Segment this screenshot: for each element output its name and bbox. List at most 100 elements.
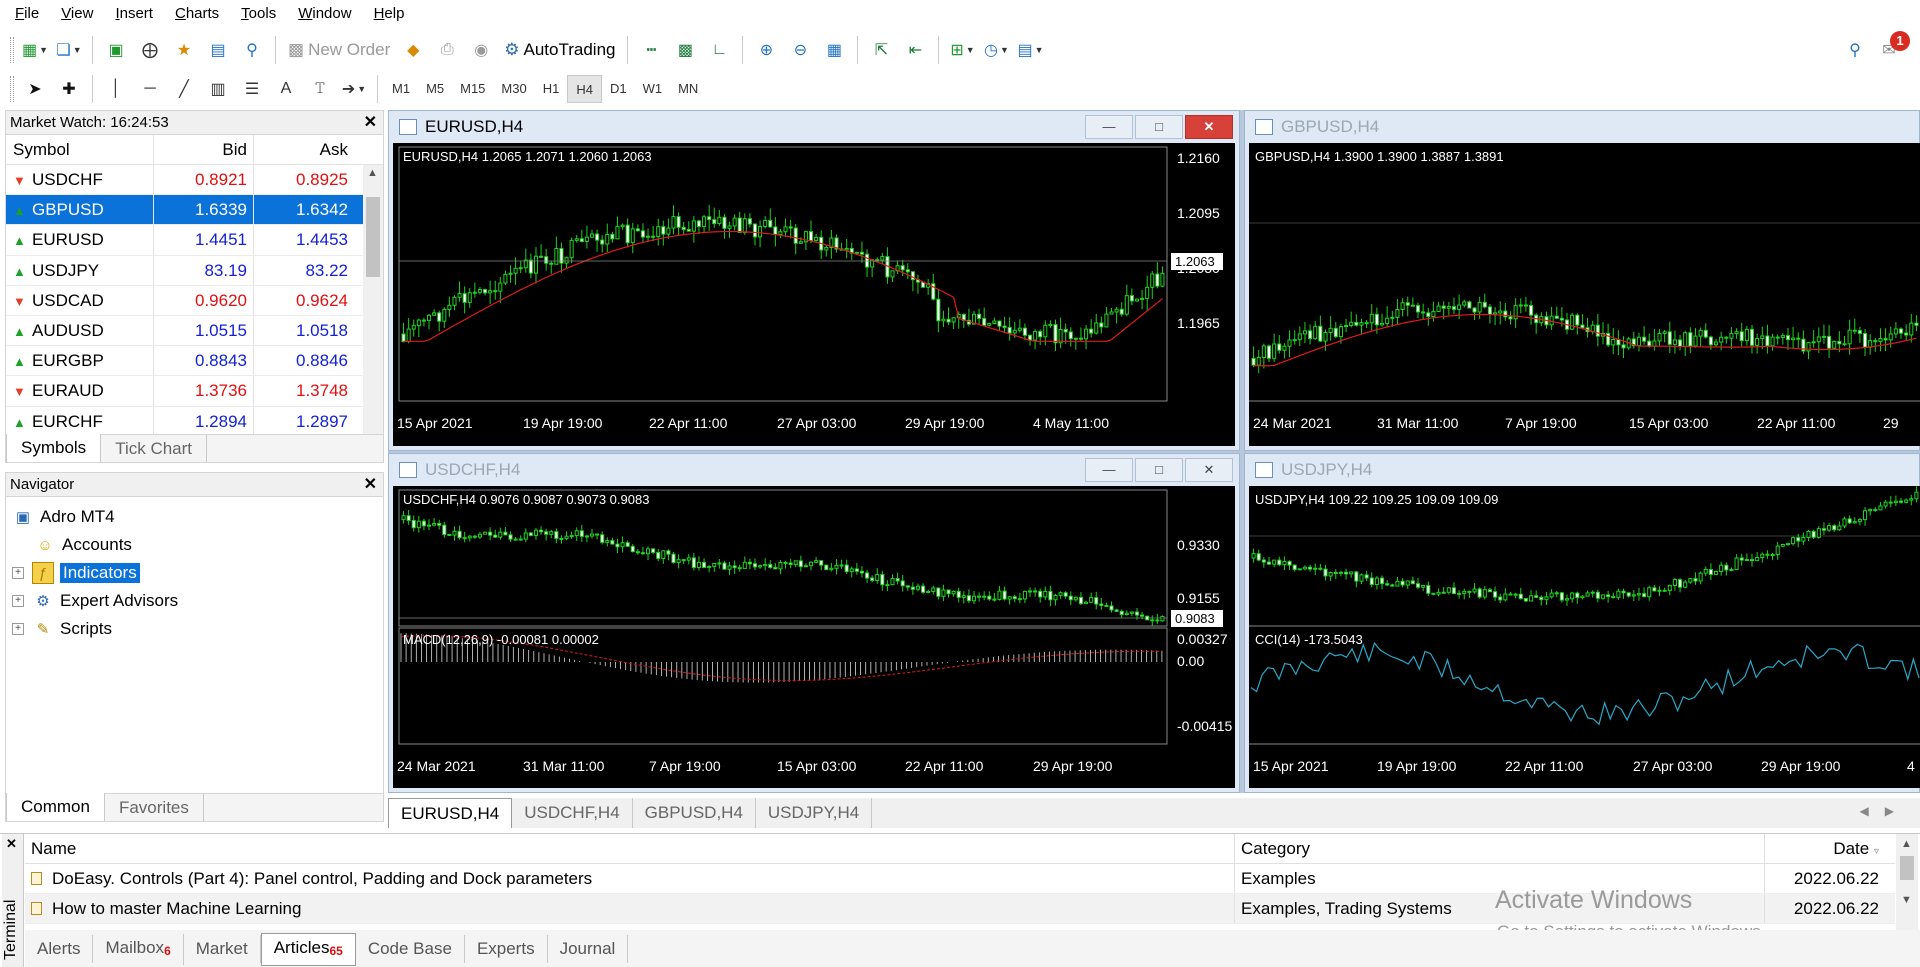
navigator-toggle-icon[interactable]: ★ [169, 35, 199, 65]
nav-root[interactable]: ▣ Adro MT4 [12, 503, 383, 531]
auto-scroll-icon[interactable]: ⇱ [866, 35, 896, 65]
profiles-icon[interactable]: ❏ ▼ [54, 35, 84, 65]
market-watch-row[interactable]: ▲ AUDUSD 1.0515 1.0518 [6, 315, 383, 347]
ask-column-header[interactable]: Ask [254, 135, 354, 164]
expand-icon[interactable]: + [12, 567, 24, 579]
menu-file[interactable]: File [4, 0, 50, 28]
expand-icon[interactable]: + [12, 595, 24, 607]
scrollbar-thumb[interactable] [366, 197, 380, 277]
price-chart[interactable]: EURUSD,H4 1.2065 1.2071 1.2060 1.2063 1.… [393, 143, 1235, 446]
crosshair-icon[interactable]: ✚ [54, 74, 84, 104]
chart-tab-gbpusd[interactable]: GBPUSD,H4 [633, 798, 756, 828]
menu-view[interactable]: View [50, 0, 104, 28]
tab-articles[interactable]: Articles65 [260, 932, 356, 966]
usdchf-candles[interactable]: USDCHF,H4 0.9076 0.9087 0.9073 0.9083 0.… [393, 486, 1235, 788]
minimize-icon[interactable]: — [1085, 115, 1133, 139]
tile-windows-icon[interactable]: ▦ [819, 35, 849, 65]
timeframe-m1[interactable]: M1 [384, 75, 418, 103]
nav-item-indicators[interactable]: + ƒ Indicators [12, 559, 383, 587]
market-watch-row[interactable]: ▼ USDCHF 0.8921 0.8925 [6, 165, 383, 196]
bar-chart-icon[interactable]: ┅ [636, 35, 666, 65]
menu-tools[interactable]: Tools [230, 0, 287, 28]
chart-title-bar[interactable]: USDJPY,H4 [1245, 454, 1919, 486]
menu-window[interactable]: Window [287, 0, 362, 28]
zoom-out-icon[interactable]: ⊖ [785, 35, 815, 65]
zoom-in-icon[interactable]: ⊕ [751, 35, 781, 65]
toolbar-grip[interactable] [10, 37, 14, 63]
market-watch-row[interactable]: ▲ EURUSD 1.4451 1.4453 [6, 225, 383, 256]
chart-window-gbpusd[interactable]: GBPUSD,H4 GBPUSD,H4 1.3900 1.3900 1.3887… [1244, 110, 1920, 451]
scroll-down-icon[interactable]: ▼ [1901, 894, 1912, 906]
fibonacci-icon[interactable]: ☰ [237, 74, 267, 104]
chart-tab-usdchf[interactable]: USDCHF,H4 [512, 798, 633, 828]
tab-alerts[interactable]: Alerts [25, 935, 94, 963]
search-icon[interactable]: ⚲ [1840, 35, 1870, 65]
data-window-icon[interactable]: ⨁ [135, 35, 165, 65]
chart-title-bar[interactable]: USDCHF,H4 — □ ✕ [389, 454, 1239, 486]
maximize-icon[interactable]: □ [1135, 458, 1183, 482]
scrollbar-thumb[interactable] [1900, 856, 1914, 880]
nav-item-accounts[interactable]: ☺ Accounts [12, 531, 383, 559]
tab-scroll-arrows-icon[interactable]: ◀▶ [1860, 804, 1910, 818]
tab-favorites[interactable]: Favorites [105, 794, 204, 821]
line-chart-icon[interactable]: ∟ [704, 35, 734, 65]
category-column-header[interactable]: Category [1235, 834, 1765, 863]
equidistant-channel-icon[interactable]: ▥ [203, 74, 233, 104]
tab-experts[interactable]: Experts [465, 935, 548, 963]
horizontal-line-icon[interactable]: ─ [135, 74, 165, 104]
signals-icon[interactable]: ◉ [466, 35, 496, 65]
market-watch-row[interactable]: ▼ USDCAD 0.9620 0.9624 [6, 285, 383, 316]
maximize-icon[interactable]: □ [1135, 115, 1183, 139]
usdjpy-candles[interactable]: USDJPY,H4 109.22 109.25 109.09 109.09 CC… [1249, 486, 1920, 788]
tab-code-base[interactable]: Code Base [356, 935, 465, 963]
new-order-button[interactable]: ▩ New Order [284, 35, 394, 65]
minimize-icon[interactable]: — [1085, 458, 1133, 482]
timeframe-m5[interactable]: M5 [418, 75, 452, 103]
metaeditor-icon[interactable]: ◆ [398, 35, 428, 65]
cursor-icon[interactable]: ➤ [20, 74, 50, 104]
terminal-toggle-icon[interactable]: ▤ [203, 35, 233, 65]
timeframe-h1[interactable]: H1 [535, 75, 568, 103]
chart-window-usdjpy[interactable]: USDJPY,H4 USDJPY,H4 109.22 109.25 109.09… [1244, 453, 1920, 793]
chart-window-eurusd[interactable]: EURUSD,H4 — □ ✕ EURUSD,H4 1.2065 1.2071 … [388, 110, 1240, 451]
name-column-header[interactable]: Name [25, 834, 1235, 863]
price-chart[interactable]: USDJPY,H4 109.22 109.25 109.09 109.09 CC… [1249, 486, 1920, 788]
chart-window-usdchf[interactable]: USDCHF,H4 — □ ✕ USDCHF,H4 0.9076 0.9087 … [388, 453, 1240, 793]
eurusd-candles[interactable]: EURUSD,H4 1.2065 1.2071 1.2060 1.2063 1.… [393, 143, 1235, 446]
tab-market[interactable]: Market [184, 935, 261, 963]
arrows-icon[interactable]: ➔ ▼ [339, 74, 369, 104]
date-column-header[interactable]: Date ▿ [1765, 834, 1885, 863]
symbol-column-header[interactable]: Symbol [6, 135, 154, 164]
market-watch-row[interactable]: ▲ GBPUSD 1.6339 1.6342 [6, 195, 383, 226]
timeframe-m30[interactable]: M30 [493, 75, 534, 103]
timeframe-m15[interactable]: M15 [452, 75, 493, 103]
close-icon[interactable]: ✕ [1185, 115, 1233, 139]
expand-icon[interactable]: + [12, 623, 24, 635]
indicators-list-icon[interactable]: ⊞ ▼ [947, 35, 977, 65]
timeframe-mn[interactable]: MN [670, 75, 706, 103]
price-chart[interactable]: USDCHF,H4 0.9076 0.9087 0.9073 0.9083 0.… [393, 486, 1235, 788]
print-icon[interactable]: ⎙ [432, 35, 462, 65]
candlestick-chart-icon[interactable]: ▩ [670, 35, 700, 65]
close-icon[interactable]: ✕ [1185, 458, 1233, 482]
gbpusd-candles[interactable]: GBPUSD,H4 1.3900 1.3900 1.3887 1.3891 24… [1249, 143, 1920, 446]
notifications-icon[interactable]: ✉ 1 [1874, 31, 1910, 65]
tab-symbols[interactable]: Symbols [6, 434, 102, 462]
toolbar-grip[interactable] [10, 76, 14, 102]
market-watch-row[interactable]: ▲ USDJPY 83.19 83.22 [6, 255, 383, 286]
text-icon[interactable]: A [271, 74, 301, 104]
trendline-icon[interactable]: ╱ [169, 74, 199, 104]
strategy-tester-icon[interactable]: ⚲ [237, 35, 267, 65]
menu-help[interactable]: Help [363, 0, 416, 28]
new-chart-icon[interactable]: ▦ ▼ [20, 35, 50, 65]
close-icon[interactable]: ✕ [364, 111, 377, 135]
price-chart[interactable]: GBPUSD,H4 1.3900 1.3900 1.3887 1.3891 24… [1249, 143, 1920, 446]
templates-icon[interactable]: ▤ ▼ [1015, 35, 1045, 65]
bid-column-header[interactable]: Bid [154, 135, 254, 164]
scroll-up-icon[interactable]: ▲ [367, 167, 378, 179]
market-watch-row[interactable]: ▲ EURGBP 0.8843 0.8846 [6, 346, 383, 377]
close-icon[interactable]: ✕ [6, 836, 17, 852]
nav-item-expert-advisors[interactable]: + ⚙ Expert Advisors [12, 587, 383, 615]
chart-title-bar[interactable]: EURUSD,H4 — □ ✕ [389, 111, 1239, 143]
chart-shift-icon[interactable]: ⇤ [900, 35, 930, 65]
